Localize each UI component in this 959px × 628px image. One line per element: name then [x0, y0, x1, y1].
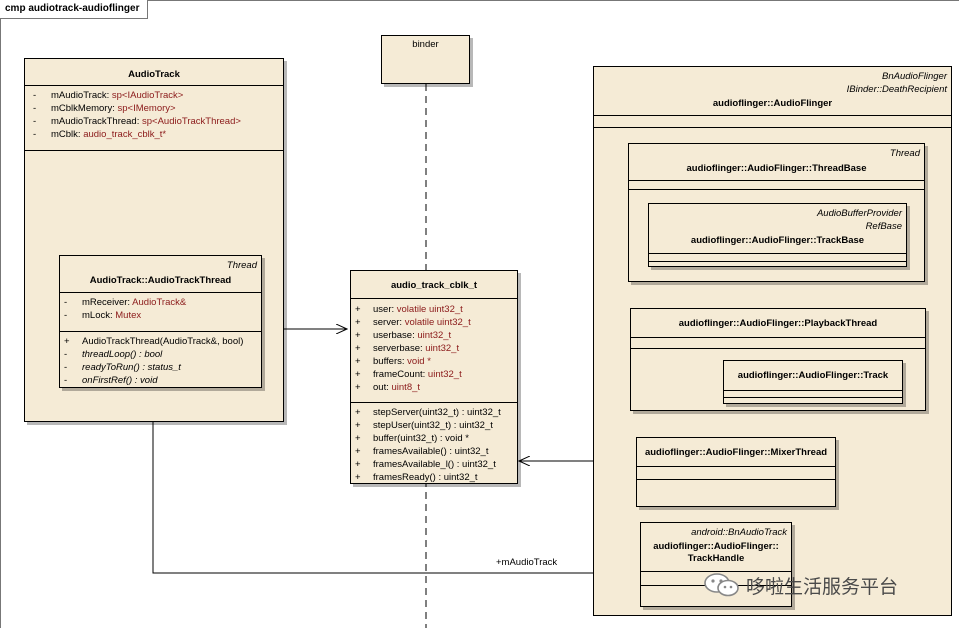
stereotype-label: RefBase: [865, 221, 902, 232]
stereotype-label: Thread: [889, 148, 920, 159]
operation-row: - threadLoop() : bool: [64, 349, 163, 360]
stereotype-label: AudioBufferProvider: [816, 208, 902, 219]
trackbase-title: audioflinger::AudioFlinger::TrackBase: [690, 235, 865, 246]
operation-row: + framesReady() : uint32_t: [355, 472, 478, 483]
attribute-row: + server: volatile uint32_t: [355, 317, 471, 328]
attribute-row: - mLock: Mutex: [64, 310, 142, 321]
attribute-row: + out: uint8_t: [355, 382, 421, 393]
wechat-logo-icon: [704, 573, 739, 597]
trackhandle-title-line1: audioflinger::AudioFlinger::: [653, 541, 779, 552]
playbackthread-title: audioflinger::AudioFlinger::PlaybackThre…: [678, 318, 878, 329]
watermark: 哆啦生活服务平台: [702, 571, 898, 599]
threadbase-title: audioflinger::AudioFlinger::ThreadBase: [686, 163, 867, 174]
attribute-row: - mAudioTrackThread: sp<AudioTrackThread>: [33, 116, 241, 127]
audioflinger-title: audioflinger::AudioFlinger: [712, 98, 833, 109]
operation-row: + buffer(uint32_t) : void *: [355, 433, 469, 444]
attribute-row: + frameCount: uint32_t: [355, 369, 462, 380]
association-label: +mAudioTrack: [496, 557, 558, 568]
binder-box[interactable]: binder: [381, 35, 470, 84]
attribute-row: + serverbase: uint32_t: [355, 343, 460, 354]
attribute-row: + user: volatile uint32_t: [355, 304, 463, 315]
operation-row: + stepServer(uint32_t) : uint32_t: [355, 407, 501, 418]
binder-label: binder: [412, 39, 439, 50]
audiotrack-title: AudioTrack: [128, 69, 180, 80]
attribute-row: - mAudioTrack: sp<IAudioTrack>: [33, 90, 184, 101]
stereotype-label: IBinder::DeathRecipient: [846, 84, 947, 95]
operation-row: + framesAvailable_l() : uint32_t: [355, 459, 496, 470]
mixerthread-class[interactable]: audioflinger::AudioFlinger::MixerThread: [636, 437, 836, 507]
operation-row: - readyToRun() : status_t: [64, 362, 181, 373]
cblk-class[interactable]: audio_track_cblk_t + user: volatile uint3…: [350, 270, 518, 484]
audiotrackthread-class[interactable]: Thread AudioTrack::AudioTrackThread - mRe…: [59, 255, 262, 388]
mixerthread-title: audioflinger::AudioFlinger::MixerThread: [644, 447, 828, 458]
track-title: audioflinger::AudioFlinger::Track: [737, 370, 889, 381]
trackbase-class[interactable]: AudioBufferProvider RefBase audioflinger…: [648, 203, 907, 267]
stereotype-label: Thread: [226, 260, 257, 271]
audiotrackthread-title: AudioTrack::AudioTrackThread: [89, 275, 232, 286]
operation-row: + framesAvailable() : uint32_t: [355, 446, 489, 457]
attribute-row: + userbase: uint32_t: [355, 330, 452, 341]
attribute-row: - mCblkMemory: sp<IMemory>: [33, 103, 176, 114]
operation-row: + AudioTrackThread(AudioTrack&, bool): [64, 336, 244, 347]
attribute-row: - mReceiver: AudioTrack&: [64, 297, 187, 308]
watermark-text: 哆啦生活服务平台: [746, 575, 899, 598]
trackhandle-title-line2: TrackHandle: [687, 553, 745, 564]
stereotype-label: android::BnAudioTrack: [691, 527, 787, 538]
stereotype-label: BnAudioFlinger: [882, 71, 947, 82]
cblk-title: audio_track_cblk_t: [390, 280, 478, 291]
operation-row: + stepUser(uint32_t) : uint32_t: [355, 420, 493, 431]
track-class[interactable]: audioflinger::AudioFlinger::Track: [723, 360, 903, 404]
attribute-row: - mCblk: audio_track_cblk_t*: [33, 129, 167, 140]
attribute-row: + buffers: void *: [355, 356, 431, 367]
operation-row: - onFirstRef() : void: [64, 375, 158, 386]
